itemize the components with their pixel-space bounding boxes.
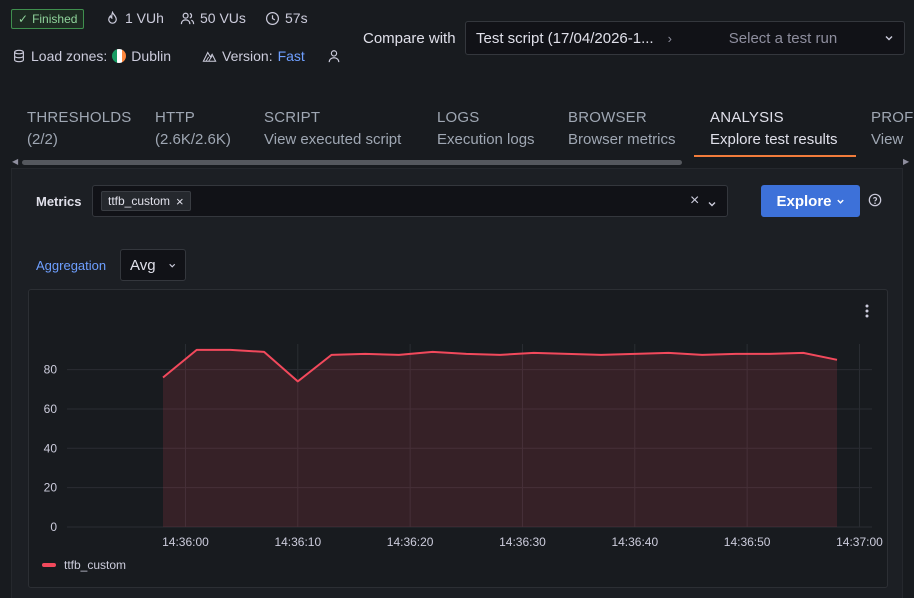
timeseries-chart: 0 20 40 60 80 14:36:00 14:36:10 14:36:20 14:36:3… [44,344,883,549]
x-tick-label: 14:36:40 [611,535,658,549]
x-tick-label: 14:36:20 [387,535,434,549]
y-tick-label: 0 [50,520,57,534]
chart-legend[interactable]: ttfb_custom [42,558,126,572]
y-tick-label: 20 [44,481,58,495]
legend-swatch [42,563,56,567]
x-tick-label: 14:36:10 [274,535,321,549]
y-tick-label: 60 [44,402,58,416]
y-tick-label: 80 [44,363,58,377]
x-tick-label: 14:37:00 [836,535,883,549]
x-tick-label: 14:36:00 [162,535,209,549]
series-area-fill [163,349,837,527]
x-tick-label: 14:36:50 [724,535,771,549]
x-tick-label: 14:36:30 [499,535,546,549]
y-tick-label: 40 [44,441,58,455]
legend-label: ttfb_custom [64,558,127,572]
